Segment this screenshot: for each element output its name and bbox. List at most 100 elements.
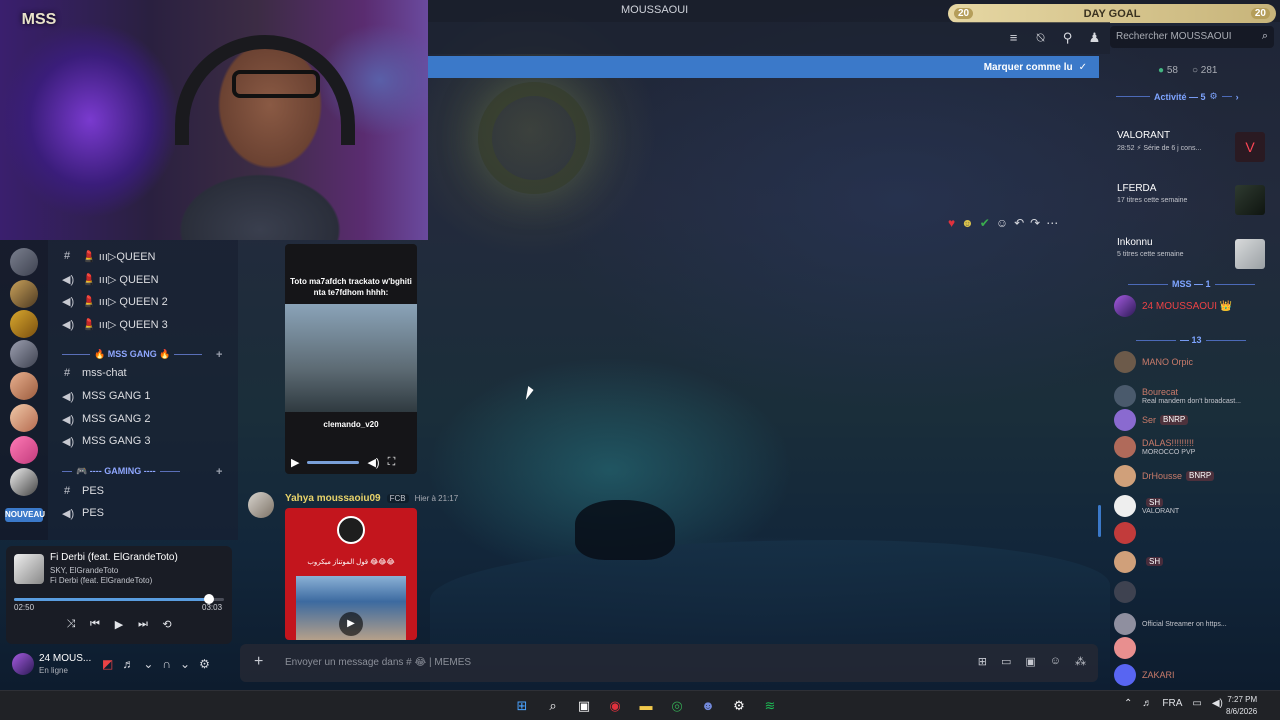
microphone-icon[interactable]: ♬ (122, 657, 134, 671)
activity-card[interactable]: LFERDA 17 titres cette semaine (1117, 183, 1277, 215)
mark-read-banner[interactable]: Marquer comme lu ✓ (428, 56, 1099, 78)
discord-icon[interactable]: ☻ (698, 696, 718, 716)
more-options-icon[interactable]: ⋯ (1046, 216, 1058, 230)
server-icon[interactable] (10, 310, 38, 338)
member-item[interactable]: DALAS!!!!!!!!! MOROCCO PVP (1114, 436, 1276, 458)
headphones-icon[interactable]: ∩ (162, 657, 171, 671)
video-seek-bar[interactable] (307, 461, 360, 464)
activity-card[interactable]: Inkonnu 5 titres cette semaine (1117, 237, 1277, 269)
heart-reaction-icon[interactable]: ♥ (948, 216, 955, 230)
member-item[interactable]: Official Streamer on https... (1114, 613, 1276, 635)
add-channel-icon[interactable]: + (216, 466, 222, 478)
chevron-up-icon[interactable]: ⌃ (1124, 698, 1132, 709)
shuffle-icon[interactable]: ⤨ (64, 618, 78, 631)
category-mss-gang[interactable]: 🔥 MSS GANG 🔥 + (62, 349, 222, 361)
network-icon[interactable]: ▭ (1192, 698, 1201, 709)
channel-item[interactable]: ◀) MSS GANG 3 (62, 432, 150, 450)
server-icon[interactable] (10, 404, 38, 432)
apps-icon[interactable]: ⁂ (1075, 655, 1086, 668)
avatar[interactable] (12, 653, 34, 675)
gift-icon[interactable]: ⊞ (978, 655, 987, 668)
play-icon[interactable]: ▶ (291, 456, 299, 469)
server-icon[interactable] (10, 280, 38, 308)
user-name[interactable]: 24 MOUS... (39, 653, 91, 664)
play-icon[interactable]: ▶ (339, 612, 363, 636)
search-input[interactable]: Rechercher MOUSSAOUI ⌕ (1110, 26, 1274, 48)
chrome-icon[interactable]: ◎ (667, 696, 687, 716)
repeat-icon[interactable]: ⟲ (160, 618, 174, 631)
next-icon[interactable]: ⏭ (136, 618, 150, 631)
scrollbar-thumb[interactable] (1098, 505, 1101, 537)
volume-icon[interactable]: ◀) (1212, 698, 1223, 709)
video-attachment[interactable]: Toto ma7afdch trackato w'bghiti nta te7f… (285, 244, 417, 474)
message-author[interactable]: Yahya moussaoiu09 (285, 493, 381, 504)
channel-item[interactable]: ◀) 💄 ııı▷ QUEEN 2 (62, 292, 168, 310)
camera-off-icon[interactable]: ◩ (102, 657, 113, 671)
fullscreen-icon[interactable]: ⛶ (388, 456, 396, 469)
track-title[interactable]: Fi Derbi (feat. ElGrandeToto) (50, 552, 178, 563)
gear-icon[interactable]: ⚙ (199, 657, 210, 671)
channel-item[interactable]: # 💄 ııı▷QUEEN (62, 247, 156, 265)
channel-item[interactable]: ◀) 💄 ııı▷ QUEEN (62, 270, 159, 288)
sticker-icon[interactable]: ▣ (1025, 655, 1035, 668)
chevron-down-icon[interactable]: ⌄ (180, 657, 190, 671)
server-icon[interactable] (10, 468, 38, 496)
chevron-right-icon[interactable]: › (1236, 92, 1239, 102)
reply-icon[interactable]: ↶ (1014, 216, 1024, 230)
forward-icon[interactable]: ↷ (1030, 216, 1040, 230)
language-indicator[interactable]: FRA (1162, 698, 1182, 709)
member-item[interactable]: Ser BNRP (1114, 409, 1276, 431)
member-item[interactable]: Bourecat Real mandem don't broadcast... (1114, 385, 1276, 407)
add-attachment-icon[interactable]: + (254, 653, 263, 671)
file-explorer-icon[interactable]: ▬ (636, 696, 656, 716)
channel-item[interactable]: ◀) MSS GANG 2 (62, 410, 150, 428)
activity-card[interactable]: VALORANT 28:52 ⚡ Série de 6 j cons... V (1117, 130, 1277, 162)
server-icon[interactable] (10, 248, 38, 276)
threads-icon[interactable]: ≡ (1006, 30, 1021, 45)
member-item[interactable]: MANO Orpic (1114, 351, 1276, 373)
pin-icon[interactable]: ⚲ (1060, 30, 1075, 45)
member-item[interactable] (1114, 522, 1276, 544)
check-reaction-icon[interactable]: ✔ (980, 216, 990, 230)
member-item[interactable]: ZAKARI (1114, 664, 1276, 686)
new-badge[interactable]: NOUVEAU (5, 508, 45, 522)
mute-bell-icon[interactable]: ⍉ (1033, 30, 1048, 45)
progress-bar[interactable] (14, 594, 224, 604)
play-icon[interactable]: ▶ (112, 618, 126, 631)
gear-icon[interactable]: ⚙ (1210, 91, 1218, 102)
message-composer[interactable]: + Envoyer un message dans # 😂 | MEMES ⊞ … (240, 644, 1098, 682)
previous-icon[interactable]: ⏮ (88, 618, 102, 631)
server-icon[interactable] (10, 436, 38, 464)
channel-item[interactable]: # mss-chat (62, 364, 127, 382)
add-reaction-icon[interactable]: ☺ (996, 216, 1008, 230)
channel-item[interactable]: # PES (62, 482, 104, 500)
search-icon[interactable]: ⌕ (543, 696, 563, 716)
member-item[interactable]: SH VALORANT (1114, 495, 1276, 517)
app-icon[interactable]: ◉ (605, 696, 625, 716)
category-gaming[interactable]: 🎮 ---- GAMING ---- + (62, 466, 222, 478)
task-view-icon[interactable]: ▣ (574, 696, 594, 716)
avatar[interactable] (248, 492, 274, 518)
channel-item[interactable]: ◀) MSS GANG 1 (62, 387, 150, 405)
emoji-icon[interactable]: ☺ (1050, 655, 1061, 668)
image-attachment[interactable]: قول الموتناز ميكروب 😂😂😂 ▶ (285, 508, 417, 640)
activity-header[interactable]: Activité — 5 ⚙ › (1116, 91, 1239, 102)
server-icon[interactable] (10, 372, 38, 400)
member-item[interactable]: 24 MOUSSAOUI 👑 (1114, 295, 1276, 317)
album-art[interactable] (14, 554, 44, 584)
chevron-down-icon[interactable]: ⌄ (143, 657, 153, 671)
spotify-icon[interactable]: ≋ (760, 696, 780, 716)
member-item[interactable]: SH (1114, 551, 1276, 573)
add-channel-icon[interactable]: + (216, 349, 222, 361)
server-icon[interactable] (10, 340, 38, 368)
members-icon[interactable]: ♟ (1087, 30, 1102, 45)
windows-start-icon[interactable]: ⊞ (512, 696, 532, 716)
gif-icon[interactable]: ▭ (1001, 655, 1011, 668)
emoji-reaction-icon[interactable]: ☻ (961, 216, 974, 230)
steam-icon[interactable]: ⚙ (729, 696, 749, 716)
clock[interactable]: 7:27 PM 8/6/2026 (1226, 694, 1257, 718)
volume-icon[interactable]: ◀) (367, 456, 379, 469)
channel-item[interactable]: ◀) PES (62, 504, 104, 522)
channel-item[interactable]: ◀) 💄 ııı▷ QUEEN 3 (62, 315, 168, 333)
member-item[interactable] (1114, 637, 1276, 659)
